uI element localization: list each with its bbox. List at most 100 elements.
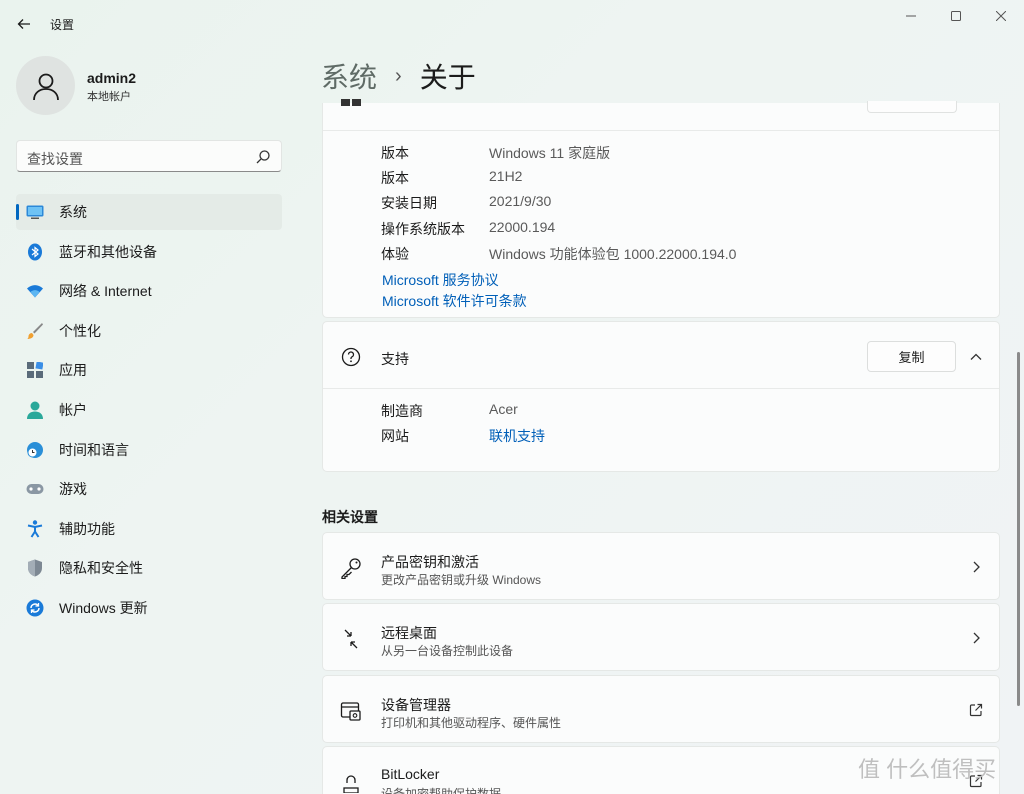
spec-key: 版本: [381, 145, 409, 161]
help-icon: [341, 347, 361, 367]
chevron-right-icon: [973, 632, 980, 644]
back-button[interactable]: [12, 12, 36, 36]
copy-button[interactable]: 复制: [867, 341, 956, 372]
user-profile[interactable]: admin2 本地帐户: [16, 56, 276, 116]
online-support-link[interactable]: 联机支持: [489, 426, 545, 446]
breadcrumb-parent[interactable]: 系统: [321, 56, 377, 96]
spec-value: 2021/9/30: [489, 193, 552, 209]
related-item-title: 远程桌面: [381, 625, 437, 641]
sidebar-item-gaming[interactable]: 游戏: [16, 471, 282, 507]
apps-icon: [26, 361, 44, 379]
watermark: 值 什么值得买: [858, 757, 997, 782]
system-icon: [26, 203, 44, 221]
windows-spec-card: 版本 Windows 11 家庭版 版本 21H2 安装日期 2021/9/30…: [322, 99, 1000, 318]
back-arrow-icon: [17, 19, 30, 29]
sidebar-item-apps[interactable]: 应用: [16, 352, 282, 388]
related-item-subtitle: 设备加密帮助保护数据: [381, 787, 502, 794]
related-item-remote-desktop[interactable]: 远程桌面 从另一台设备控制此设备: [322, 603, 1000, 671]
minimize-button[interactable]: [888, 4, 934, 28]
maximize-icon: [951, 11, 961, 21]
account-icon: [26, 401, 44, 419]
spec-key: 版本: [381, 170, 409, 186]
sidebar-item-time-language[interactable]: 时间和语言: [16, 432, 282, 468]
spec-key: 操作系统版本: [381, 221, 465, 237]
related-item-product-key[interactable]: 产品密钥和激活 更改产品密钥或升级 Windows: [322, 532, 1000, 600]
related-item-title: 设备管理器: [381, 697, 451, 713]
gamepad-icon: [26, 480, 44, 498]
sidebar-item-accounts[interactable]: 帐户: [16, 392, 282, 428]
search-input[interactable]: 查找设置: [16, 140, 282, 172]
globe-clock-icon: [26, 441, 44, 459]
related-item-subtitle: 打印机和其他驱动程序、硬件属性: [381, 716, 562, 730]
sidebar-item-label: 蓝牙和其他设备: [59, 243, 157, 260]
spec-value: 21H2: [489, 168, 523, 184]
lock-icon: [343, 775, 359, 793]
app-title: 设置: [50, 18, 75, 32]
spec-value: 22000.194: [489, 219, 556, 235]
brush-icon: [26, 322, 44, 340]
close-button[interactable]: [978, 4, 1024, 28]
related-item-title: BitLocker: [381, 766, 440, 782]
accessibility-icon: [26, 520, 44, 538]
remote-desktop-icon: [343, 629, 359, 649]
related-item-title: 产品密钥和激活: [381, 554, 479, 570]
sidebar-item-system[interactable]: 系统: [16, 194, 282, 230]
minimize-icon: [906, 15, 916, 17]
related-item-device-manager[interactable]: 设备管理器 打印机和其他驱动程序、硬件属性: [322, 675, 1000, 743]
sidebar-item-label: 网络 & Internet: [59, 283, 152, 300]
wifi-icon: [26, 282, 44, 300]
maximize-button[interactable]: [933, 4, 979, 28]
spec-key: 安装日期: [381, 195, 437, 211]
search-icon: [256, 150, 270, 164]
sidebar-item-windows-update[interactable]: Windows 更新: [16, 590, 282, 626]
username: admin2: [87, 70, 137, 86]
sidebar-nav: 系统 蓝牙和其他设备 网络 & Internet 个性化 应用 帐户 时间和语言…: [16, 194, 282, 630]
spec-value: Windows 11 家庭版: [489, 145, 611, 161]
shield-icon: [26, 559, 44, 577]
device-manager-icon: [340, 702, 361, 721]
support-card: 支持 复制 制造商 Acer 网站 联机支持: [322, 321, 1000, 472]
active-indicator: [16, 204, 19, 220]
page-title: 关于: [419, 62, 476, 93]
support-value: Acer: [489, 401, 518, 417]
scrollbar-thumb[interactable]: [1017, 352, 1020, 706]
breadcrumb: 系统 › 关于: [321, 56, 476, 96]
sidebar-item-label: 隐私和安全性: [59, 560, 143, 577]
support-title: 支持: [381, 351, 409, 367]
copy-button-partial[interactable]: [867, 101, 957, 113]
related-item-subtitle: 从另一台设备控制此设备: [381, 644, 514, 658]
sidebar-item-label: 游戏: [59, 481, 87, 498]
chevron-right-icon: [973, 561, 980, 573]
support-key: 网站: [381, 428, 409, 444]
breadcrumb-separator: ›: [395, 64, 402, 87]
support-header[interactable]: 支持 复制: [323, 322, 999, 389]
sidebar-item-label: 系统: [59, 204, 87, 220]
sidebar-item-label: 时间和语言: [59, 441, 129, 458]
sidebar-item-privacy[interactable]: 隐私和安全性: [16, 550, 282, 586]
person-icon: [32, 73, 59, 100]
sidebar-item-label: 个性化: [59, 322, 101, 339]
settings-window: 设置 admin2 本地帐户 查找设置 系统 蓝牙和其他设备 网络 & Inte…: [0, 0, 1024, 794]
title-bar: 设置: [0, 0, 1024, 48]
spec-value: Windows 功能体验包 1000.22000.194.0: [489, 246, 737, 262]
key-icon: [341, 558, 361, 579]
sidebar-item-bluetooth[interactable]: 蓝牙和其他设备: [16, 234, 282, 270]
sidebar-item-label: 帐户: [59, 401, 87, 418]
license-terms-link[interactable]: Microsoft 软件许可条款: [382, 291, 527, 311]
card-divider: [323, 130, 999, 131]
account-type: 本地帐户: [87, 91, 131, 103]
chevron-up-icon[interactable]: [968, 349, 984, 365]
related-settings-title: 相关设置: [322, 509, 378, 525]
sidebar-item-label: 辅助功能: [59, 520, 115, 537]
sidebar-item-accessibility[interactable]: 辅助功能: [16, 511, 282, 547]
close-icon: [996, 11, 1006, 21]
sidebar-item-personalization[interactable]: 个性化: [16, 313, 282, 349]
search-placeholder: 查找设置: [27, 151, 83, 167]
sidebar-item-network[interactable]: 网络 & Internet: [16, 273, 282, 309]
avatar: [16, 56, 75, 115]
sidebar-item-label: 应用: [59, 362, 87, 379]
service-agreement-link[interactable]: Microsoft 服务协议: [382, 270, 499, 290]
spec-key: 体验: [381, 246, 409, 262]
external-link-icon: [969, 703, 983, 717]
sidebar-item-label: Windows 更新: [59, 599, 148, 616]
